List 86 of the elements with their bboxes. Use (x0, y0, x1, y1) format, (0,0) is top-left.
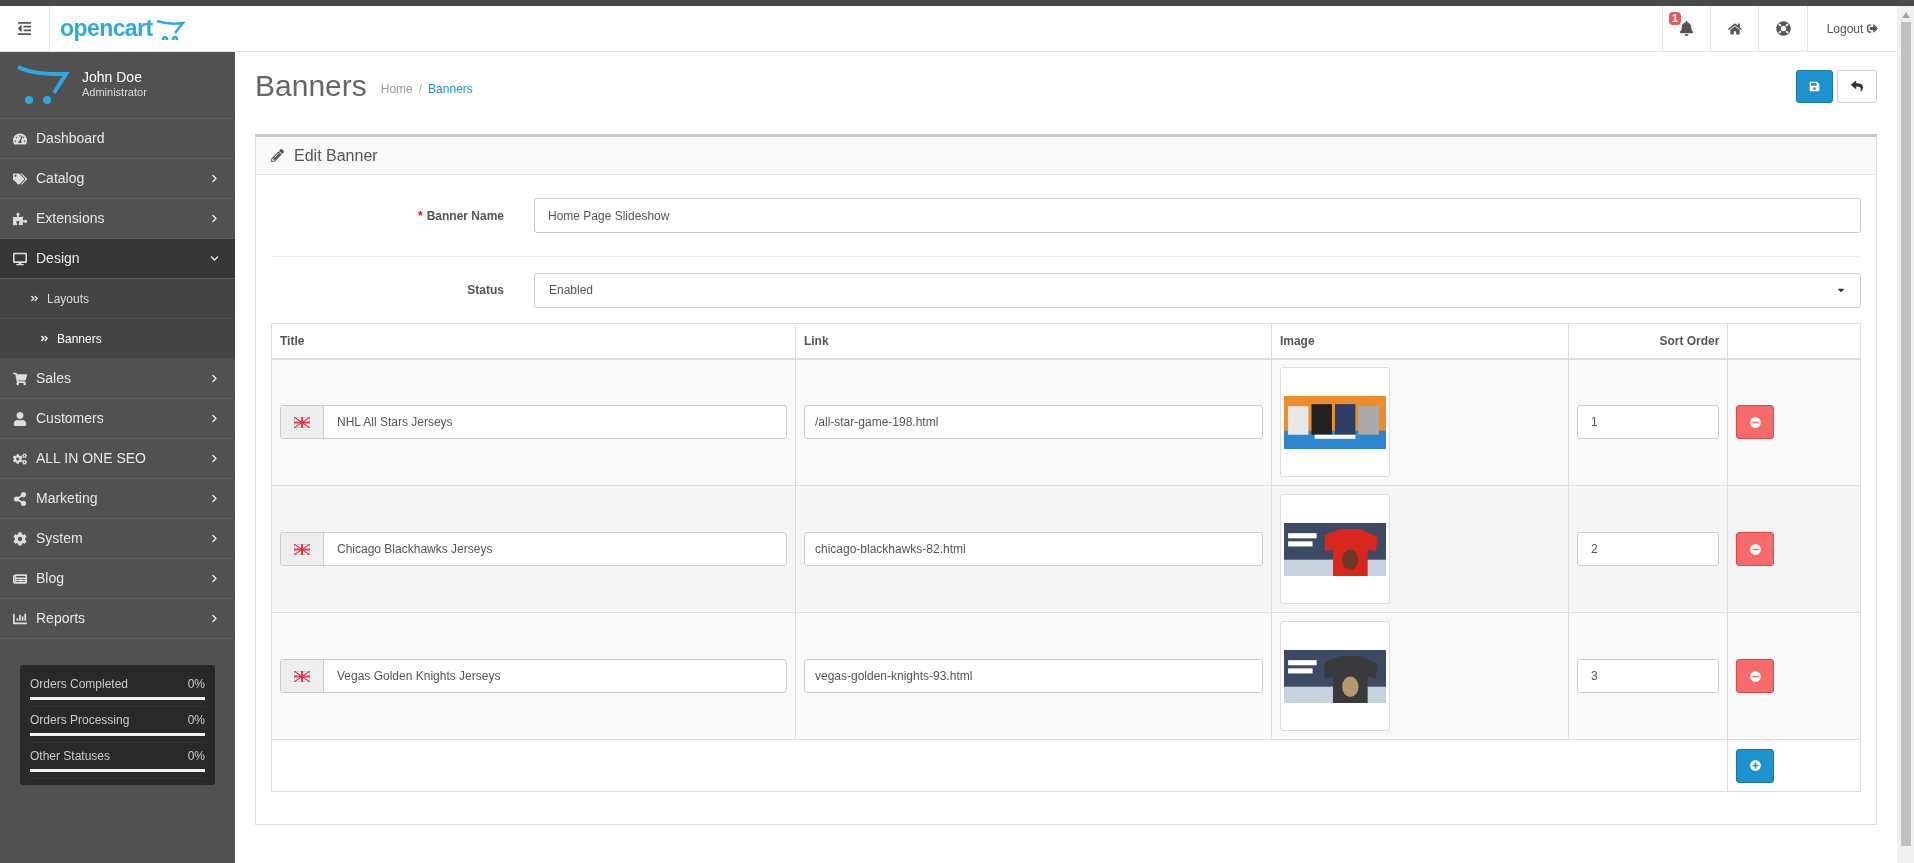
title-input-field[interactable]: NHL All Stars Jerseys (280, 405, 787, 440)
cart-icon (13, 371, 27, 386)
link-input-field[interactable]: chicago-blackhawks-82.html (803, 532, 1263, 566)
save-icon (1809, 80, 1820, 92)
add-button[interactable] (1736, 748, 1775, 783)
column-header: Link (795, 323, 1272, 359)
panel-title: Edit Banner (294, 145, 378, 166)
page-title: Banners (255, 71, 367, 101)
notification-count: 1 (1669, 12, 1682, 25)
dashboard-icon (13, 131, 27, 146)
flag-icon (294, 416, 310, 428)
tags-icon (13, 171, 27, 186)
chevron-icon (210, 454, 219, 463)
chevron-icon (210, 494, 219, 503)
link-input-field[interactable]: /all-star-game-198.html (803, 405, 1263, 440)
column-header: Image (1271, 323, 1569, 359)
bell-icon (1679, 21, 1694, 36)
column-header: Sort Order (1568, 323, 1728, 359)
title-input-field[interactable]: Vegas Golden Knights Jerseys (280, 659, 787, 693)
bar-chart-icon (13, 611, 27, 626)
menu-icon (17, 21, 32, 36)
breadcrumb-separator: / (418, 81, 423, 98)
minus-icon (1749, 670, 1761, 682)
user-role: Administrator (82, 85, 147, 100)
chevron-icon (210, 374, 219, 383)
life-ring-icon (1775, 21, 1791, 36)
status-select[interactable]: Enabled (534, 272, 1861, 308)
sidebar-item[interactable]: Design (0, 239, 235, 279)
puzzle-icon (13, 211, 27, 226)
image-thumbnail[interactable] (1279, 621, 1390, 731)
breadcrumb-link[interactable]: Banners (428, 80, 473, 98)
sign-out-icon (1867, 23, 1879, 34)
monitor-icon (13, 251, 27, 266)
gears-icon (13, 451, 27, 466)
remove-button[interactable] (1736, 405, 1775, 440)
remove-button[interactable] (1736, 532, 1775, 566)
image-thumbnail[interactable] (1279, 494, 1390, 604)
title-input-field[interactable]: Chicago Blackhawks Jerseys (280, 532, 787, 566)
field-label: * Banner Name (417, 208, 504, 223)
stat-label: Orders Processing (30, 712, 130, 729)
chevron-icon (210, 614, 219, 623)
plus-icon (1749, 760, 1761, 771)
stat-percent: 0% (187, 712, 205, 729)
cart-logo-icon (154, 17, 185, 40)
user-name: John Doe (82, 70, 143, 85)
stat-label: Orders Completed (30, 676, 129, 693)
sort-order-field[interactable]: 3 (1577, 659, 1720, 693)
notifications-button[interactable]: 1 (1662, 6, 1710, 51)
minus-icon (1749, 416, 1761, 428)
home-icon (1727, 21, 1742, 36)
stat-label: Other Statuses (30, 748, 111, 765)
cart-avatar-icon (14, 65, 70, 105)
stat-percent: 0% (187, 748, 205, 765)
share-icon (13, 491, 27, 506)
stat-percent: 0% (187, 676, 205, 693)
sort-order-field[interactable]: 1 (1577, 405, 1720, 440)
chevron-icon (210, 534, 219, 543)
flag-icon (294, 543, 310, 555)
logo-text: opencart (60, 14, 153, 44)
chevron-icon (210, 574, 219, 583)
reply-icon (1851, 80, 1863, 92)
link-input-field[interactable]: vegas-golden-knights-93.html (803, 659, 1263, 693)
newspaper-icon (13, 571, 27, 586)
sort-order-field[interactable]: 2 (1577, 532, 1720, 566)
minus-icon (1749, 543, 1761, 555)
double-chevron-icon (30, 294, 39, 303)
chevron-icon (210, 214, 219, 223)
chevron-icon (210, 254, 219, 263)
field-label: Status (467, 283, 504, 297)
column-header: Title (271, 323, 796, 359)
remove-button[interactable] (1736, 659, 1775, 693)
flag-icon (294, 670, 310, 682)
scrollbar[interactable] (1897, 6, 1914, 863)
pencil-icon (271, 149, 284, 162)
double-chevron-icon (40, 334, 49, 343)
chevron-icon (210, 174, 219, 183)
user-icon (13, 411, 27, 426)
back-button[interactable] (1837, 69, 1877, 103)
sidebar-subitem[interactable]: Layouts (0, 279, 235, 319)
save-button[interactable] (1796, 69, 1833, 103)
sidebar-subitem[interactable]: Banners (0, 319, 235, 359)
scroll-up-icon (1901, 12, 1910, 18)
image-thumbnail[interactable] (1279, 367, 1390, 478)
input-field[interactable]: Home Page Slideshow (534, 198, 1861, 233)
gear-icon (13, 531, 27, 546)
chevron-icon (210, 414, 219, 423)
